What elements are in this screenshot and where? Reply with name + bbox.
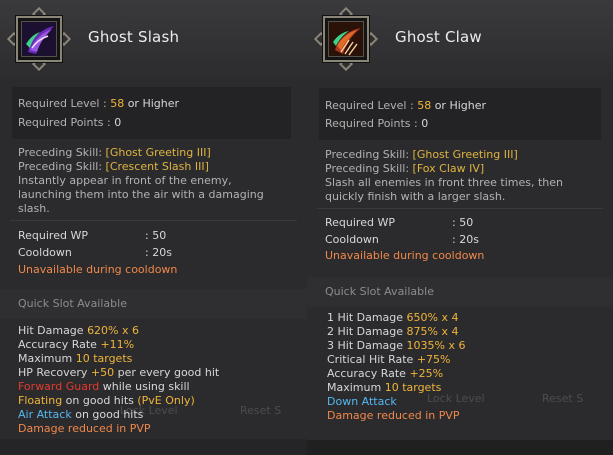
- effect-hit-2-damage: 2 Hit Damage 875% x 4: [327, 325, 459, 338]
- reset-ghost-text: Reset S: [542, 392, 584, 405]
- effect-down-attack: Down Attack: [327, 395, 397, 408]
- skill-icon-frame: [6, 6, 72, 72]
- effect-maximum: Maximum 10 targets: [327, 381, 442, 394]
- preceding-skill-link[interactable]: [Fox Claw IV]: [413, 162, 485, 175]
- effect-floating: Floating on good hits (PvE Only): [18, 394, 195, 407]
- preceding-skill-1: Preceding Skill: [Ghost Greeting III]: [325, 148, 518, 161]
- cooldown-value: : 20s: [145, 246, 172, 259]
- preceding-skill-2: Preceding Skill: [Fox Claw IV]: [325, 162, 485, 175]
- requirements-box: [12, 87, 291, 139]
- preceding-skill-2: Preceding Skill: [Crescent Slash III]: [18, 160, 209, 173]
- skill-tooltip-ghost-claw: Ghost Claw Required Level : 58 or Higher…: [307, 0, 613, 440]
- cooldown-label: Cooldown: [18, 246, 72, 259]
- effect-air-attack: Air Attack on good hits: [18, 408, 144, 421]
- tooltip-header: Ghost Slash: [0, 0, 307, 80]
- ghost-claw-skill-icon: [328, 21, 364, 57]
- required-points: Required Points : 0: [18, 116, 122, 129]
- effect-forward-guard: Forward Guard while using skill: [18, 380, 190, 393]
- preceding-skill-1: Preceding Skill: [Ghost Greeting III]: [18, 146, 211, 159]
- cooldown-value: : 20s: [452, 233, 479, 246]
- preceding-skill-link[interactable]: [Crescent Slash III]: [106, 160, 209, 173]
- skill-title: Ghost Slash: [88, 28, 180, 46]
- required-level: Required Level : 58 or Higher: [325, 99, 487, 112]
- skill-description: slash.: [18, 202, 50, 215]
- tooltip-header: Ghost Claw: [307, 0, 613, 80]
- effect-accuracy: Accuracy Rate +25%: [327, 367, 444, 380]
- skill-tooltip-ghost-slash: Ghost Slash Required Level : 58 or Highe…: [0, 0, 307, 455]
- ghost-slash-skill-icon: [21, 21, 57, 57]
- required-wp-value: : 50: [452, 216, 474, 229]
- skill-icon-frame: [313, 6, 379, 72]
- preceding-skill-link[interactable]: [Ghost Greeting III]: [413, 148, 518, 161]
- effect-hit-1-damage: 1 Hit Damage 650% x 4: [327, 311, 459, 324]
- required-points: Required Points : 0: [325, 117, 429, 130]
- pvp-note: Damage reduced in PVP: [18, 422, 151, 435]
- skill-title: Ghost Claw: [395, 28, 482, 46]
- skill-description: launching them into the air with a damag…: [18, 188, 264, 201]
- cooldown-label: Cooldown: [325, 233, 379, 246]
- skill-description: quickly finish with a larger slash.: [325, 190, 506, 203]
- required-wp-value: : 50: [145, 229, 167, 242]
- effect-maximum: Maximum 10 targets: [18, 352, 133, 365]
- cooldown-note: Unavailable during cooldown: [325, 249, 485, 262]
- required-wp-label: Required WP: [18, 229, 88, 242]
- effect-accuracy: Accuracy Rate +11%: [18, 338, 135, 351]
- effect-hit-damage: Hit Damage 620% x 6: [18, 324, 140, 337]
- skill-description: Instantly appear in front of the enemy,: [18, 174, 232, 187]
- preceding-skill-link[interactable]: [Ghost Greeting III]: [106, 146, 211, 159]
- cooldown-note: Unavailable during cooldown: [18, 263, 178, 276]
- required-level: Required Level : 58 or Higher: [18, 97, 180, 110]
- requirements-box: [319, 88, 601, 140]
- quick-slot-label: Quick Slot Available: [325, 285, 434, 298]
- skill-description: Slash all enemies in front three times, …: [325, 176, 563, 189]
- pvp-note: Damage reduced in PVP: [327, 409, 460, 422]
- quick-slot-label: Quick Slot Available: [18, 297, 127, 310]
- effect-hp-recovery: HP Recovery +50 per every good hit: [18, 366, 220, 379]
- effect-hit-3-damage: 3 Hit Damage 1035% x 6: [327, 339, 466, 352]
- required-wp-label: Required WP: [325, 216, 395, 229]
- effect-critical-hit-rate: Critical Hit Rate +75%: [327, 353, 451, 366]
- reset-ghost-text: Reset S: [240, 404, 282, 417]
